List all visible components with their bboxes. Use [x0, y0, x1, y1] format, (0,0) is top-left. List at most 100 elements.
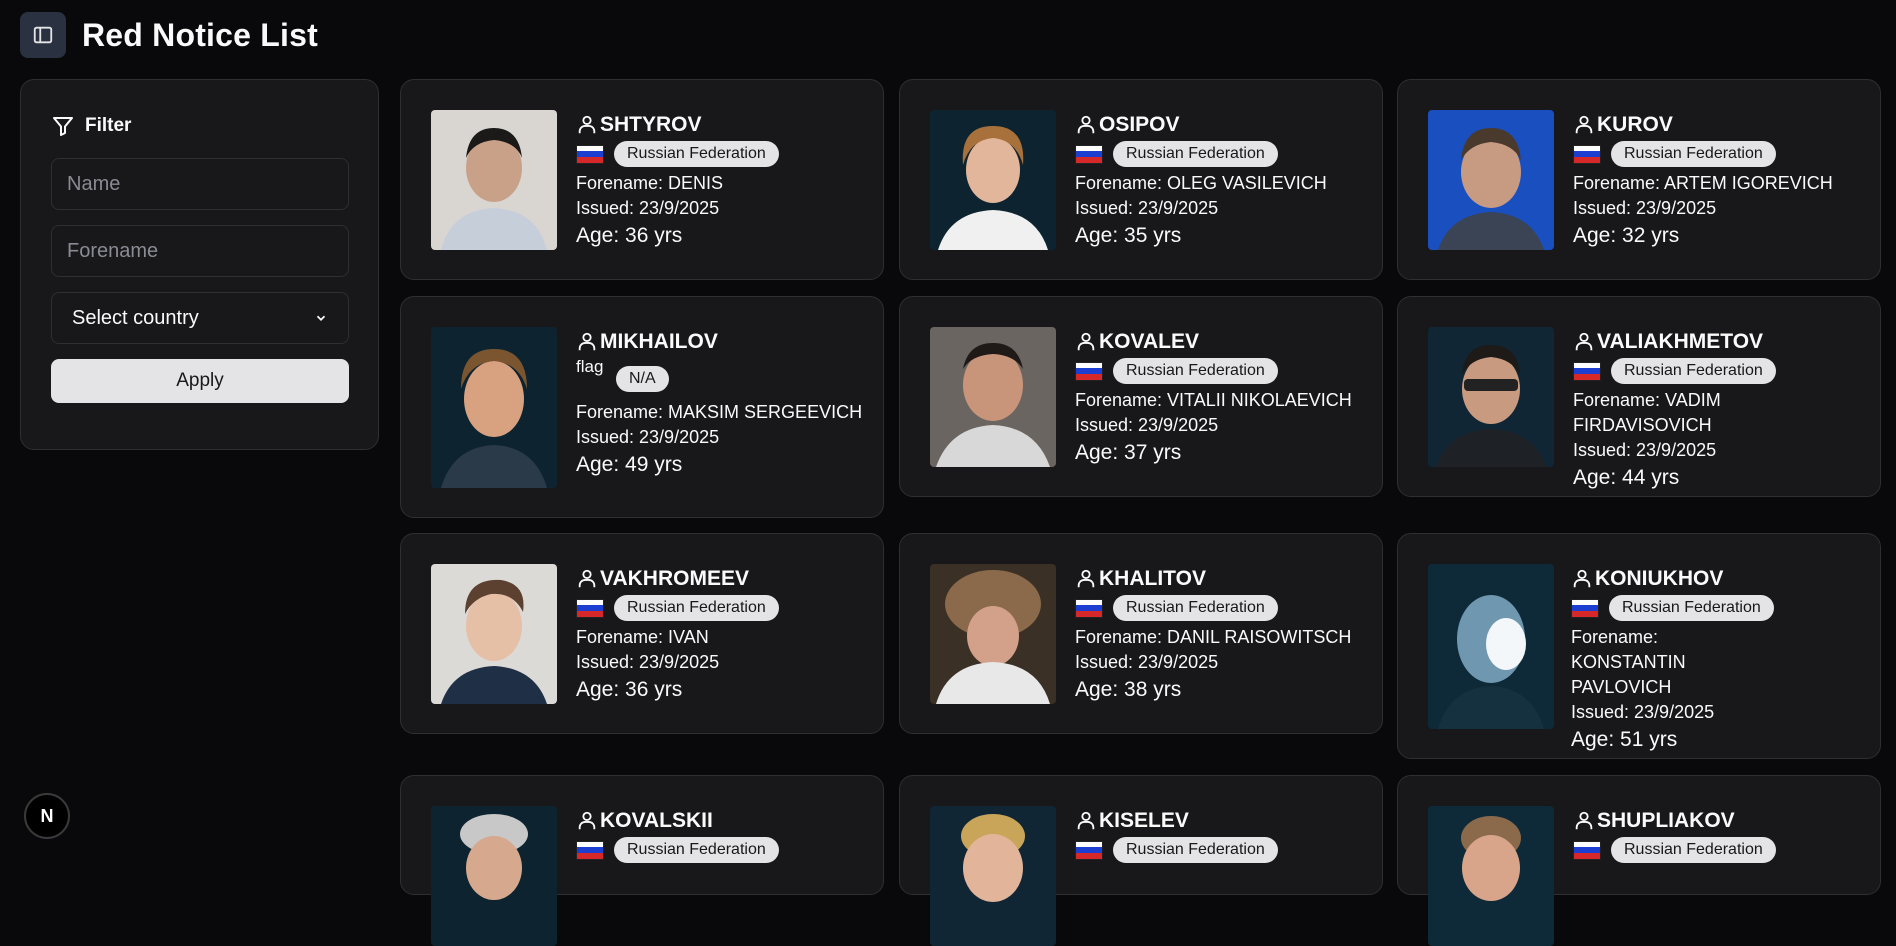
person-icon	[578, 569, 596, 588]
russia-flag-icon	[576, 840, 604, 860]
notice-card[interactable]: OSIPOV Russian Federation Forename: OLEG…	[899, 79, 1383, 280]
sidebar-toggle-icon	[33, 26, 53, 44]
notice-card[interactable]: SHUPLIAKOV Russian Federation	[1397, 775, 1881, 946]
russia-flag-icon	[1573, 840, 1601, 860]
notice-forename: Forename: ARTEM IGOREVICH	[1573, 173, 1833, 193]
notice-age: Age: 49 yrs	[576, 453, 683, 476]
notice-photo	[1428, 327, 1554, 467]
nationality-badge: Russian Federation	[1113, 595, 1278, 621]
notice-photo	[930, 806, 1056, 946]
name-input[interactable]	[51, 158, 349, 210]
notice-issued: Issued: 23/9/2025	[1075, 415, 1219, 435]
nationality-badge: Russian Federation	[1113, 837, 1278, 863]
notice-photo	[431, 327, 557, 488]
notice-card[interactable]: VAKHROMEEV Russian Federation Forename: …	[400, 533, 884, 734]
filter-title: Filter	[85, 115, 132, 136]
nationality-badge: N/A	[616, 366, 669, 392]
nationality-badge: Russian Federation	[1609, 595, 1774, 621]
notice-surname: VALIAKHMETOV	[1597, 330, 1764, 353]
notice-card[interactable]: SHTYROV Russian Federation Forename: DEN…	[400, 79, 884, 280]
notice-photo	[1428, 806, 1554, 946]
notice-forename: Forename: IVAN	[576, 627, 709, 647]
broken-flag-image: flag	[576, 357, 604, 376]
nationality-badge: Russian Federation	[1113, 358, 1278, 384]
russia-flag-icon	[576, 598, 604, 618]
notice-issued: Issued: 23/9/2025	[576, 198, 720, 218]
notice-surname: KHALITOV	[1099, 567, 1206, 590]
notice-surname: MIKHAILOV	[600, 330, 718, 353]
notice-surname: KOVALEV	[1099, 330, 1199, 353]
page-header: Red Notice List	[20, 12, 318, 58]
person-icon	[578, 115, 596, 134]
notice-forename: Forename: KONSTANTIN PAVLOVICH	[1571, 627, 1686, 697]
sidebar-toggle-button[interactable]	[20, 12, 66, 58]
notice-forename: Forename: VADIM FIRDAVISOVICH	[1573, 390, 1721, 435]
russia-flag-icon	[1573, 361, 1601, 381]
notice-surname: KONIUKHOV	[1595, 567, 1724, 590]
apply-button[interactable]: Apply	[51, 359, 349, 403]
notice-card[interactable]: KONIUKHOV Russian Federation Forename: K…	[1397, 533, 1881, 759]
nationality-badge: Russian Federation	[1611, 837, 1776, 863]
notice-photo	[930, 110, 1056, 250]
notice-forename: Forename: MAKSIM SERGEEVICH	[576, 402, 863, 422]
nationality-badge: Russian Federation	[614, 595, 779, 621]
notice-photo	[1428, 110, 1554, 250]
russia-flag-icon	[1075, 144, 1103, 164]
notice-photo	[431, 110, 557, 250]
notice-forename: Forename: VITALII NIKOLAEVICH	[1075, 390, 1352, 410]
russia-flag-icon	[1571, 598, 1599, 618]
country-select[interactable]: Select country	[51, 292, 349, 344]
notice-surname: KISELEV	[1099, 809, 1189, 832]
notice-surname: SHTYROV	[600, 113, 702, 136]
notice-photo	[431, 564, 557, 704]
notice-age: Age: 38 yrs	[1075, 678, 1182, 701]
person-icon	[1077, 569, 1095, 588]
notice-card[interactable]: KISELEV Russian Federation	[899, 775, 1383, 946]
person-icon	[1575, 811, 1593, 830]
notice-age: Age: 51 yrs	[1571, 728, 1678, 751]
nationality-badge: Russian Federation	[1113, 141, 1278, 167]
person-icon	[1575, 115, 1593, 134]
russia-flag-icon	[1573, 144, 1601, 164]
notice-card[interactable]: KUROV Russian Federation Forename: ARTEM…	[1397, 79, 1881, 280]
notice-issued: Issued: 23/9/2025	[1573, 198, 1717, 218]
notice-photo	[930, 564, 1056, 704]
country-select-value: Select country	[72, 306, 199, 329]
notice-card[interactable]: KHALITOV Russian Federation Forename: DA…	[899, 533, 1383, 734]
notice-surname: KUROV	[1597, 113, 1673, 136]
notice-card[interactable]: VALIAKHMETOV Russian Federation Forename…	[1397, 296, 1881, 497]
person-icon	[1077, 332, 1095, 351]
chevron-down-icon	[316, 315, 326, 321]
notice-card[interactable]: KOVALEV Russian Federation Forename: VIT…	[899, 296, 1383, 497]
forename-input[interactable]	[51, 225, 349, 277]
notice-issued: Issued: 23/9/2025	[1075, 652, 1219, 672]
notice-card[interactable]: MIKHAILOV flag N/A Forename: MAKSIM SERG…	[400, 296, 884, 518]
notice-age: Age: 37 yrs	[1075, 441, 1182, 464]
filter-panel: Filter Select country Apply	[20, 79, 379, 450]
notice-photo	[930, 327, 1056, 467]
nationality-badge: Russian Federation	[1611, 358, 1776, 384]
nextjs-devtools-button[interactable]: N	[24, 793, 70, 839]
notice-card[interactable]: KOVALSKII Russian Federation	[400, 775, 884, 946]
person-icon	[1575, 332, 1593, 351]
notice-forename: Forename: OLEG VASILEVICH	[1075, 173, 1327, 193]
person-icon	[1077, 115, 1095, 134]
notice-forename: Forename: DENIS	[576, 173, 724, 193]
notice-issued: Issued: 23/9/2025	[1075, 198, 1219, 218]
person-icon	[578, 811, 596, 830]
notice-age: Age: 32 yrs	[1573, 224, 1680, 247]
notice-surname: KOVALSKII	[600, 809, 713, 832]
filter-header: Filter	[51, 110, 348, 142]
nationality-badge: Russian Federation	[614, 837, 779, 863]
notice-photo	[431, 806, 557, 946]
notice-photo	[1428, 564, 1554, 729]
russia-flag-icon	[1075, 598, 1103, 618]
notice-age: Age: 35 yrs	[1075, 224, 1182, 247]
notice-surname: OSIPOV	[1099, 113, 1180, 136]
notice-age: Age: 44 yrs	[1573, 466, 1680, 489]
russia-flag-icon	[1075, 361, 1103, 381]
nationality-badge: Russian Federation	[1611, 141, 1776, 167]
person-icon	[1077, 811, 1095, 830]
person-icon	[578, 332, 596, 351]
russia-flag-icon	[1075, 840, 1103, 860]
